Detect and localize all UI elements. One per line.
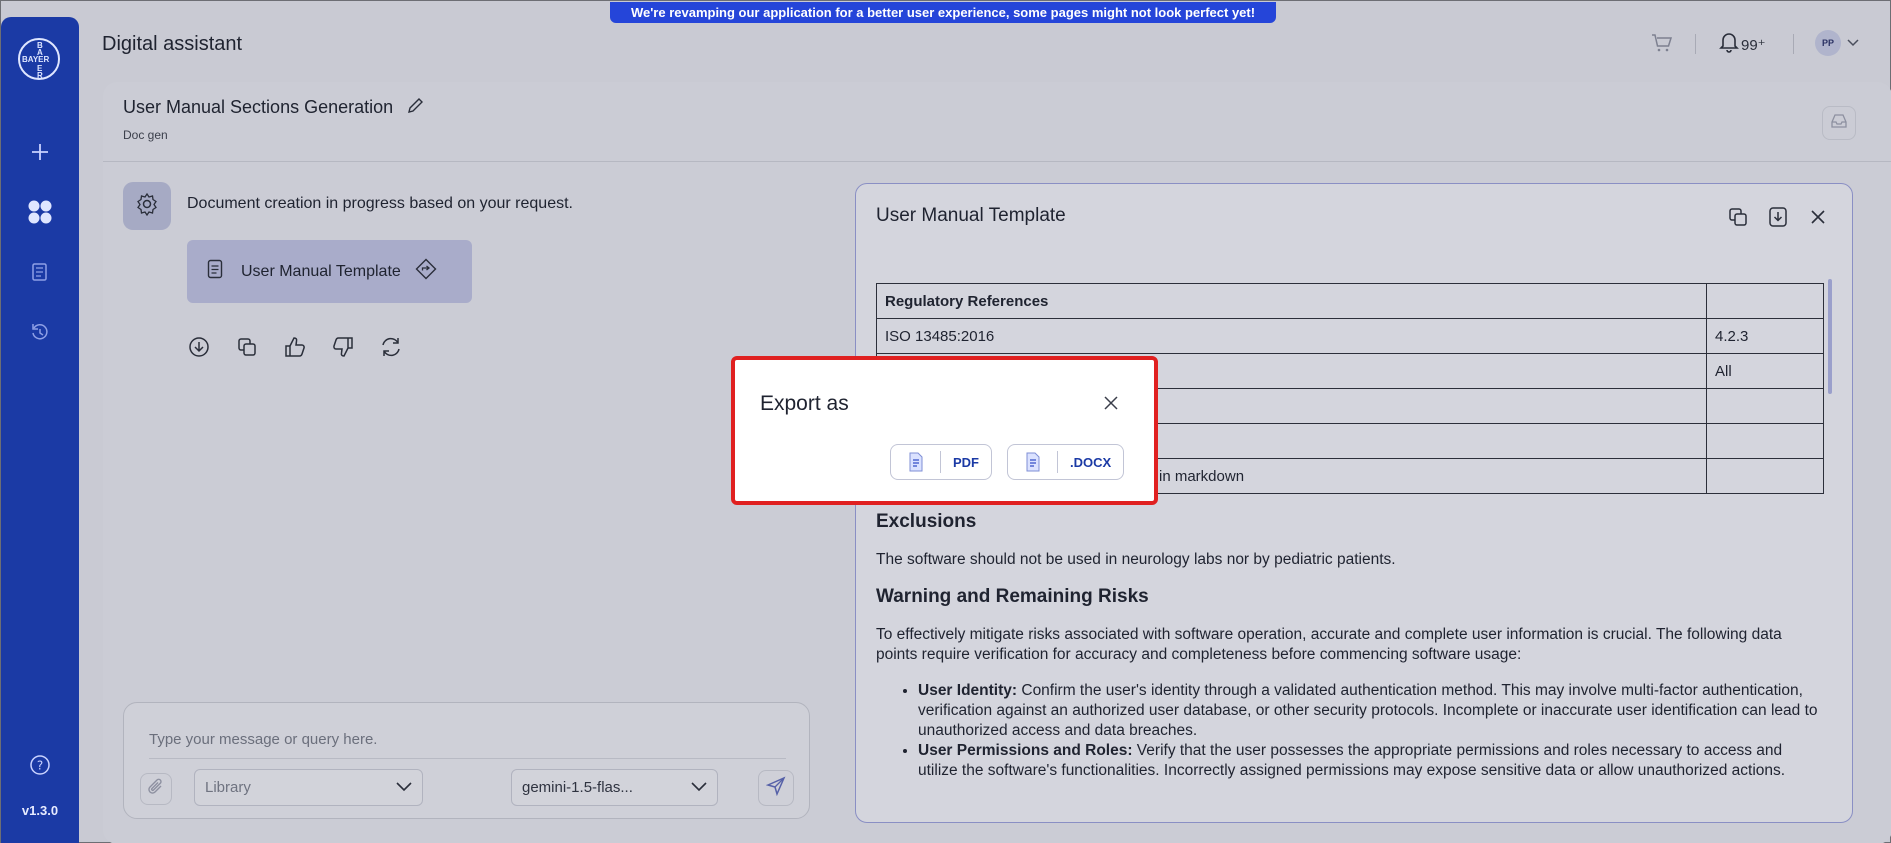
table-row: Regulatory References [876, 283, 1824, 319]
paperclip-icon [147, 778, 165, 801]
list-item-title: User Identity: [918, 682, 1018, 699]
send-button[interactable] [758, 770, 794, 806]
export-docx-label: .DOCX [1070, 454, 1112, 470]
document-title-row: User Manual Sections Generation [123, 97, 424, 120]
document-icon [207, 259, 223, 284]
list-item-title: User Permissions and Roles: [918, 742, 1133, 759]
message-input[interactable]: Type your message or query here. [149, 731, 377, 748]
composer-divider [149, 758, 786, 759]
notifications-button[interactable]: 99⁺ [1719, 31, 1766, 58]
close-icon[interactable] [1804, 203, 1832, 231]
chevron-down-icon [396, 779, 412, 796]
inbox-button[interactable] [1822, 106, 1856, 140]
regenerate-icon[interactable] [378, 334, 404, 360]
logo-letter: R [37, 71, 43, 80]
list-item: User Permissions and Roles: Verify that … [918, 741, 1826, 781]
list-item-text: Confirm the user's identity through a va… [918, 682, 1818, 739]
cart-icon[interactable] [1651, 33, 1673, 53]
table-cell: All [1706, 353, 1824, 389]
model-select-value: gemini-1.5-flas... [522, 779, 633, 796]
docx-file-icon [1008, 451, 1058, 473]
open-panel-icon [415, 258, 437, 285]
apps-grid-icon[interactable] [25, 197, 55, 227]
list-item: User Identity: Confirm the user's identi… [918, 681, 1826, 741]
table-cell [1706, 458, 1824, 494]
history-icon[interactable] [25, 317, 55, 347]
table-cell: 4.2.3 [1706, 318, 1824, 354]
card-divider [103, 161, 1891, 162]
download-icon[interactable] [186, 334, 212, 360]
table-cell [1706, 423, 1824, 459]
exclusions-text: The software should not be used in neuro… [876, 551, 1396, 568]
user-menu[interactable]: PP [1815, 30, 1859, 56]
notification-count: 99⁺ [1741, 36, 1766, 54]
template-chip[interactable]: User Manual Template [187, 240, 472, 303]
model-select[interactable]: gemini-1.5-flas... [511, 769, 718, 806]
modal-title: Export as [760, 392, 849, 415]
new-chat-icon[interactable] [25, 137, 55, 167]
logo-letter: A [37, 48, 43, 57]
app-title: Digital assistant [102, 33, 243, 55]
header-divider [1793, 34, 1794, 54]
export-docx-button[interactable]: .DOCX [1007, 444, 1125, 480]
header-divider [1695, 34, 1696, 54]
exclusions-heading: Exclusions [876, 511, 977, 532]
export-pdf-label: PDF [953, 454, 979, 470]
bayer-logo[interactable]: BAYER B A E R [18, 38, 60, 80]
warnings-heading: Warning and Remaining Risks [876, 586, 1149, 607]
verification-list: User Identity: Confirm the user's identi… [896, 681, 1826, 781]
send-icon [765, 776, 786, 801]
export-modal: Export as PDF .DOCX [731, 356, 1158, 505]
copy-icon[interactable] [1724, 203, 1752, 231]
panel-title: User Manual Template [876, 205, 1066, 226]
download-icon[interactable] [1764, 203, 1792, 231]
close-icon[interactable] [1100, 392, 1122, 414]
pdf-file-icon [891, 451, 941, 473]
sidebar: BAYER B A E R ? v1.3.0 [1, 17, 79, 843]
library-select[interactable]: Library [194, 769, 423, 806]
table-cell: Regulatory References [876, 283, 1707, 319]
avatar: PP [1815, 30, 1841, 56]
chevron-down-icon [691, 779, 707, 796]
template-chip-label: User Manual Template [241, 262, 401, 280]
thumbs-up-icon[interactable] [282, 334, 308, 360]
assistant-avatar [123, 182, 171, 230]
library-book-icon[interactable] [25, 257, 55, 287]
attach-button[interactable] [140, 773, 172, 805]
message-composer: Type your message or query here. Library… [123, 702, 810, 819]
edit-pencil-icon[interactable] [406, 97, 424, 120]
chevron-down-icon [1847, 34, 1859, 52]
inbox-icon [1830, 113, 1848, 134]
table-cell: ISO 13485:2016 [876, 318, 1707, 354]
gear-icon [135, 192, 159, 221]
table-cell [1706, 388, 1824, 424]
bell-icon [1719, 31, 1739, 58]
app-version: v1.3.0 [21, 803, 59, 818]
library-select-value: Library [205, 779, 251, 796]
table-cell [1706, 283, 1824, 319]
svg-text:?: ? [37, 759, 43, 773]
warnings-text: To effectively mitigate risks associated… [876, 626, 1782, 663]
announcement-banner: We're revamping our application for a be… [610, 2, 1276, 23]
logo-text-horizontal: BAYER [22, 55, 50, 64]
copy-icon[interactable] [234, 334, 260, 360]
help-icon[interactable]: ? [25, 750, 55, 780]
table-row: ISO 13485:2016 4.2.3 [876, 318, 1824, 354]
assistant-message: Document creation in progress based on y… [187, 195, 573, 212]
export-pdf-button[interactable]: PDF [890, 444, 992, 480]
document-subtitle: Doc gen [123, 128, 168, 142]
panel-scrollbar[interactable] [1828, 279, 1832, 394]
thumbs-down-icon[interactable] [330, 334, 356, 360]
document-title: User Manual Sections Generation [123, 97, 394, 117]
